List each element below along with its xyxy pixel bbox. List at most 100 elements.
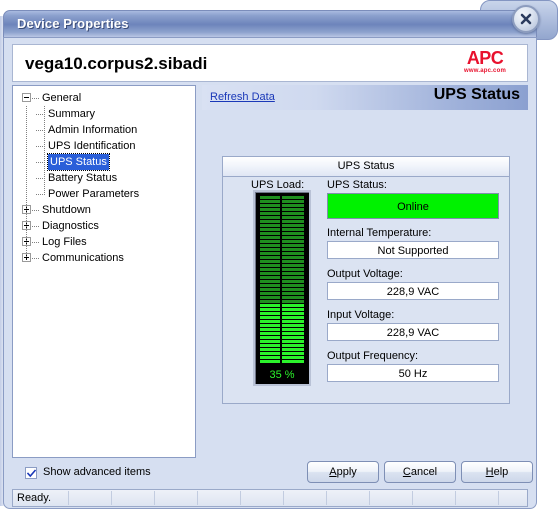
ups-load-gauge: 35 % bbox=[253, 190, 311, 386]
gauge-segment-left bbox=[260, 248, 280, 251]
gauge-segment-left bbox=[260, 304, 280, 307]
gauge-segment-right bbox=[282, 236, 304, 239]
navigation-tree-panel[interactable]: General Summary Admin Information UPS Ident… bbox=[12, 85, 196, 458]
gauge-segment bbox=[260, 336, 304, 339]
gauge-segment-left bbox=[260, 276, 280, 279]
gauge-segment-left bbox=[260, 244, 280, 247]
tree-connector bbox=[36, 194, 45, 195]
gauge-segment-right bbox=[282, 220, 304, 223]
device-properties-window: Device Properties vega10.corpus2.sibadi … bbox=[0, 0, 558, 515]
gauge-segment bbox=[260, 272, 304, 275]
gauge-segment bbox=[260, 236, 304, 239]
tree-item-label: Log Files bbox=[42, 236, 87, 248]
help-button[interactable]: Help bbox=[461, 461, 533, 483]
gauge-segment bbox=[260, 312, 304, 315]
gauge-segment-right bbox=[282, 356, 304, 359]
gauge-segment-right bbox=[282, 276, 304, 279]
tree-trunk-line bbox=[26, 106, 27, 258]
gauge-segment bbox=[260, 296, 304, 299]
gauge-segment bbox=[260, 268, 304, 271]
gauge-segment-left bbox=[260, 256, 280, 259]
gauge-segment-right bbox=[282, 320, 304, 323]
collapse-icon[interactable] bbox=[22, 93, 31, 102]
gauge-segment bbox=[260, 304, 304, 307]
gauge-segment-left bbox=[260, 228, 280, 231]
tree-connector bbox=[32, 242, 39, 243]
gauge-segment-left bbox=[260, 336, 280, 339]
gauge-segment-right bbox=[282, 208, 304, 211]
gauge-segment-right bbox=[282, 352, 304, 355]
gauge-segment-right bbox=[282, 312, 304, 315]
status-bar-divider bbox=[369, 491, 370, 505]
refresh-data-link[interactable]: Refresh Data bbox=[210, 91, 275, 103]
tree-item-diagnostics[interactable]: Diagnostics bbox=[18, 218, 195, 234]
gauge-segment-right bbox=[282, 216, 304, 219]
field-label-ups-status: UPS Status: bbox=[327, 179, 387, 191]
apply-button[interactable]: Apply bbox=[307, 461, 379, 483]
gauge-segment-left bbox=[260, 196, 280, 199]
gauge-segment-left bbox=[260, 316, 280, 319]
gauge-segment-right bbox=[282, 212, 304, 215]
gauge-segment-left bbox=[260, 224, 280, 227]
tree-connector bbox=[32, 98, 39, 99]
gauge-segment-right bbox=[282, 300, 304, 303]
gauge-segment-right bbox=[282, 288, 304, 291]
show-advanced-items-checkbox[interactable] bbox=[25, 467, 37, 479]
status-bar-divider bbox=[455, 491, 456, 505]
gauge-segment-left bbox=[260, 272, 280, 275]
tree-item-communications[interactable]: Communications bbox=[18, 250, 195, 266]
close-icon[interactable] bbox=[512, 5, 540, 33]
gauge-segment-left bbox=[260, 212, 280, 215]
gauge-segment bbox=[260, 332, 304, 335]
gauge-segment-left bbox=[260, 324, 280, 327]
gauge-segment-left bbox=[260, 284, 280, 287]
ups-status-group: UPS Status UPS Load: 35 % UPS Status: Onl… bbox=[222, 156, 510, 404]
gauge-segment-right bbox=[282, 232, 304, 235]
gauge-segment bbox=[260, 288, 304, 291]
gauge-segment-right bbox=[282, 328, 304, 331]
gauge-segment bbox=[260, 240, 304, 243]
gauge-segment bbox=[260, 320, 304, 323]
gauge-segment-left bbox=[260, 344, 280, 347]
gauge-segment-left bbox=[260, 360, 280, 363]
tree-item-shutdown[interactable]: Shutdown bbox=[18, 202, 195, 218]
tree-item-general[interactable]: General bbox=[18, 90, 195, 106]
gauge-segment-right bbox=[282, 360, 304, 363]
gauge-segment bbox=[260, 300, 304, 303]
gauge-segment bbox=[260, 228, 304, 231]
gauge-segment-left bbox=[260, 204, 280, 207]
tree-connector bbox=[32, 258, 39, 259]
tree-branch-line bbox=[44, 106, 45, 194]
gauge-segment bbox=[260, 260, 304, 263]
field-label-internal-temperature: Internal Temperature: bbox=[327, 227, 432, 239]
pane-header-band: Refresh Data UPS Status bbox=[202, 85, 528, 110]
apc-logo-url: www.apc.com bbox=[464, 68, 506, 74]
tree-item-label: Summary bbox=[48, 108, 96, 120]
gauge-segment-right bbox=[282, 308, 304, 311]
gauge-segment-left bbox=[260, 220, 280, 223]
cancel-button[interactable]: Cancel bbox=[384, 461, 456, 483]
gauge-segment bbox=[260, 308, 304, 311]
gauge-segment-right bbox=[282, 204, 304, 207]
gauge-segment-right bbox=[282, 344, 304, 347]
window-titlebar: Device Properties bbox=[3, 10, 537, 38]
gauge-segment-left bbox=[260, 340, 280, 343]
gauge-segment-right bbox=[282, 280, 304, 283]
gauge-segment bbox=[260, 284, 304, 287]
tree-item-log-files[interactable]: Log Files bbox=[18, 234, 195, 250]
gauge-segment-left bbox=[260, 352, 280, 355]
gauge-segment bbox=[260, 348, 304, 351]
gauge-segment bbox=[260, 204, 304, 207]
status-bar-divider bbox=[197, 491, 198, 505]
gauge-segment bbox=[260, 280, 304, 283]
gauge-segment bbox=[260, 328, 304, 331]
status-bar-divider bbox=[326, 491, 327, 505]
gauge-segment-right bbox=[282, 248, 304, 251]
status-bar-divider bbox=[412, 491, 413, 505]
gauge-segment bbox=[260, 252, 304, 255]
tree-item-label: Diagnostics bbox=[42, 220, 99, 232]
gauge-segment-right bbox=[282, 256, 304, 259]
gauge-segment-right bbox=[282, 272, 304, 275]
gauge-segment-right bbox=[282, 252, 304, 255]
ups-status-group-title: UPS Status bbox=[223, 157, 509, 177]
